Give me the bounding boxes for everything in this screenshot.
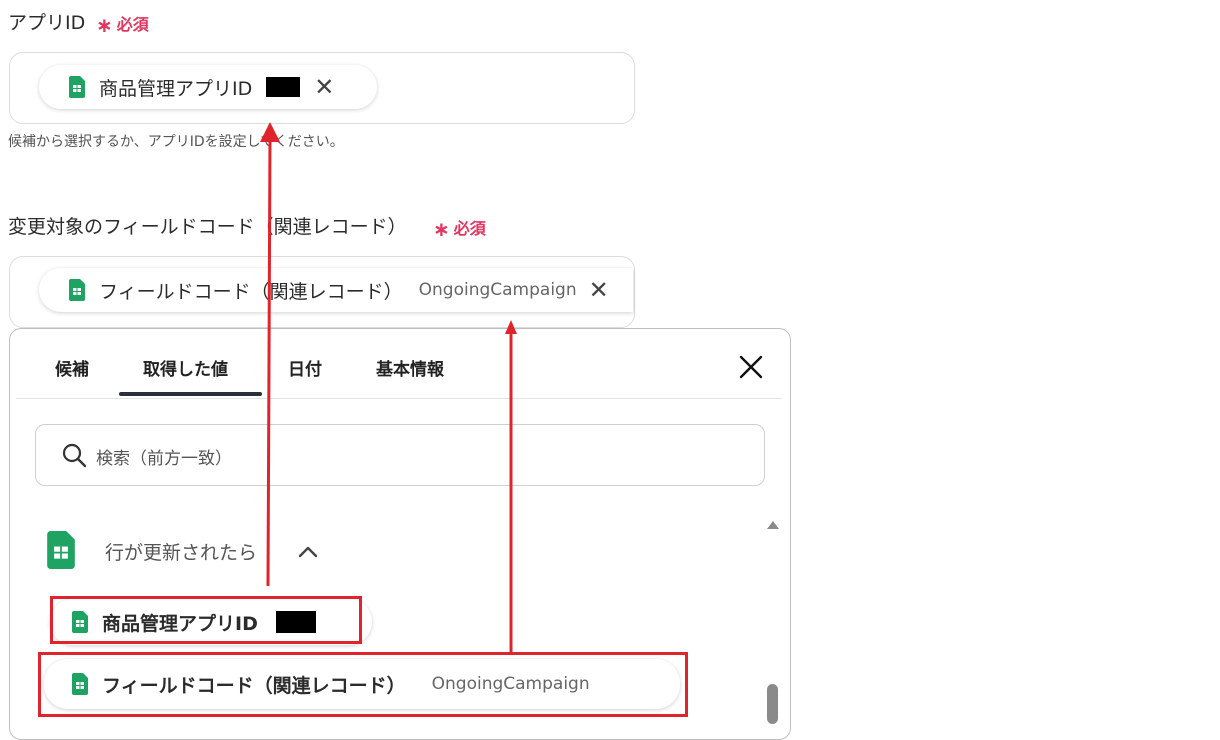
annotation-arrowhead-app-id: [260, 122, 280, 142]
annotation-arrow-app-id: [266, 134, 272, 587]
annotation-arrows: [260, 122, 517, 652]
annotation-arrowhead-field-code: [505, 320, 517, 334]
